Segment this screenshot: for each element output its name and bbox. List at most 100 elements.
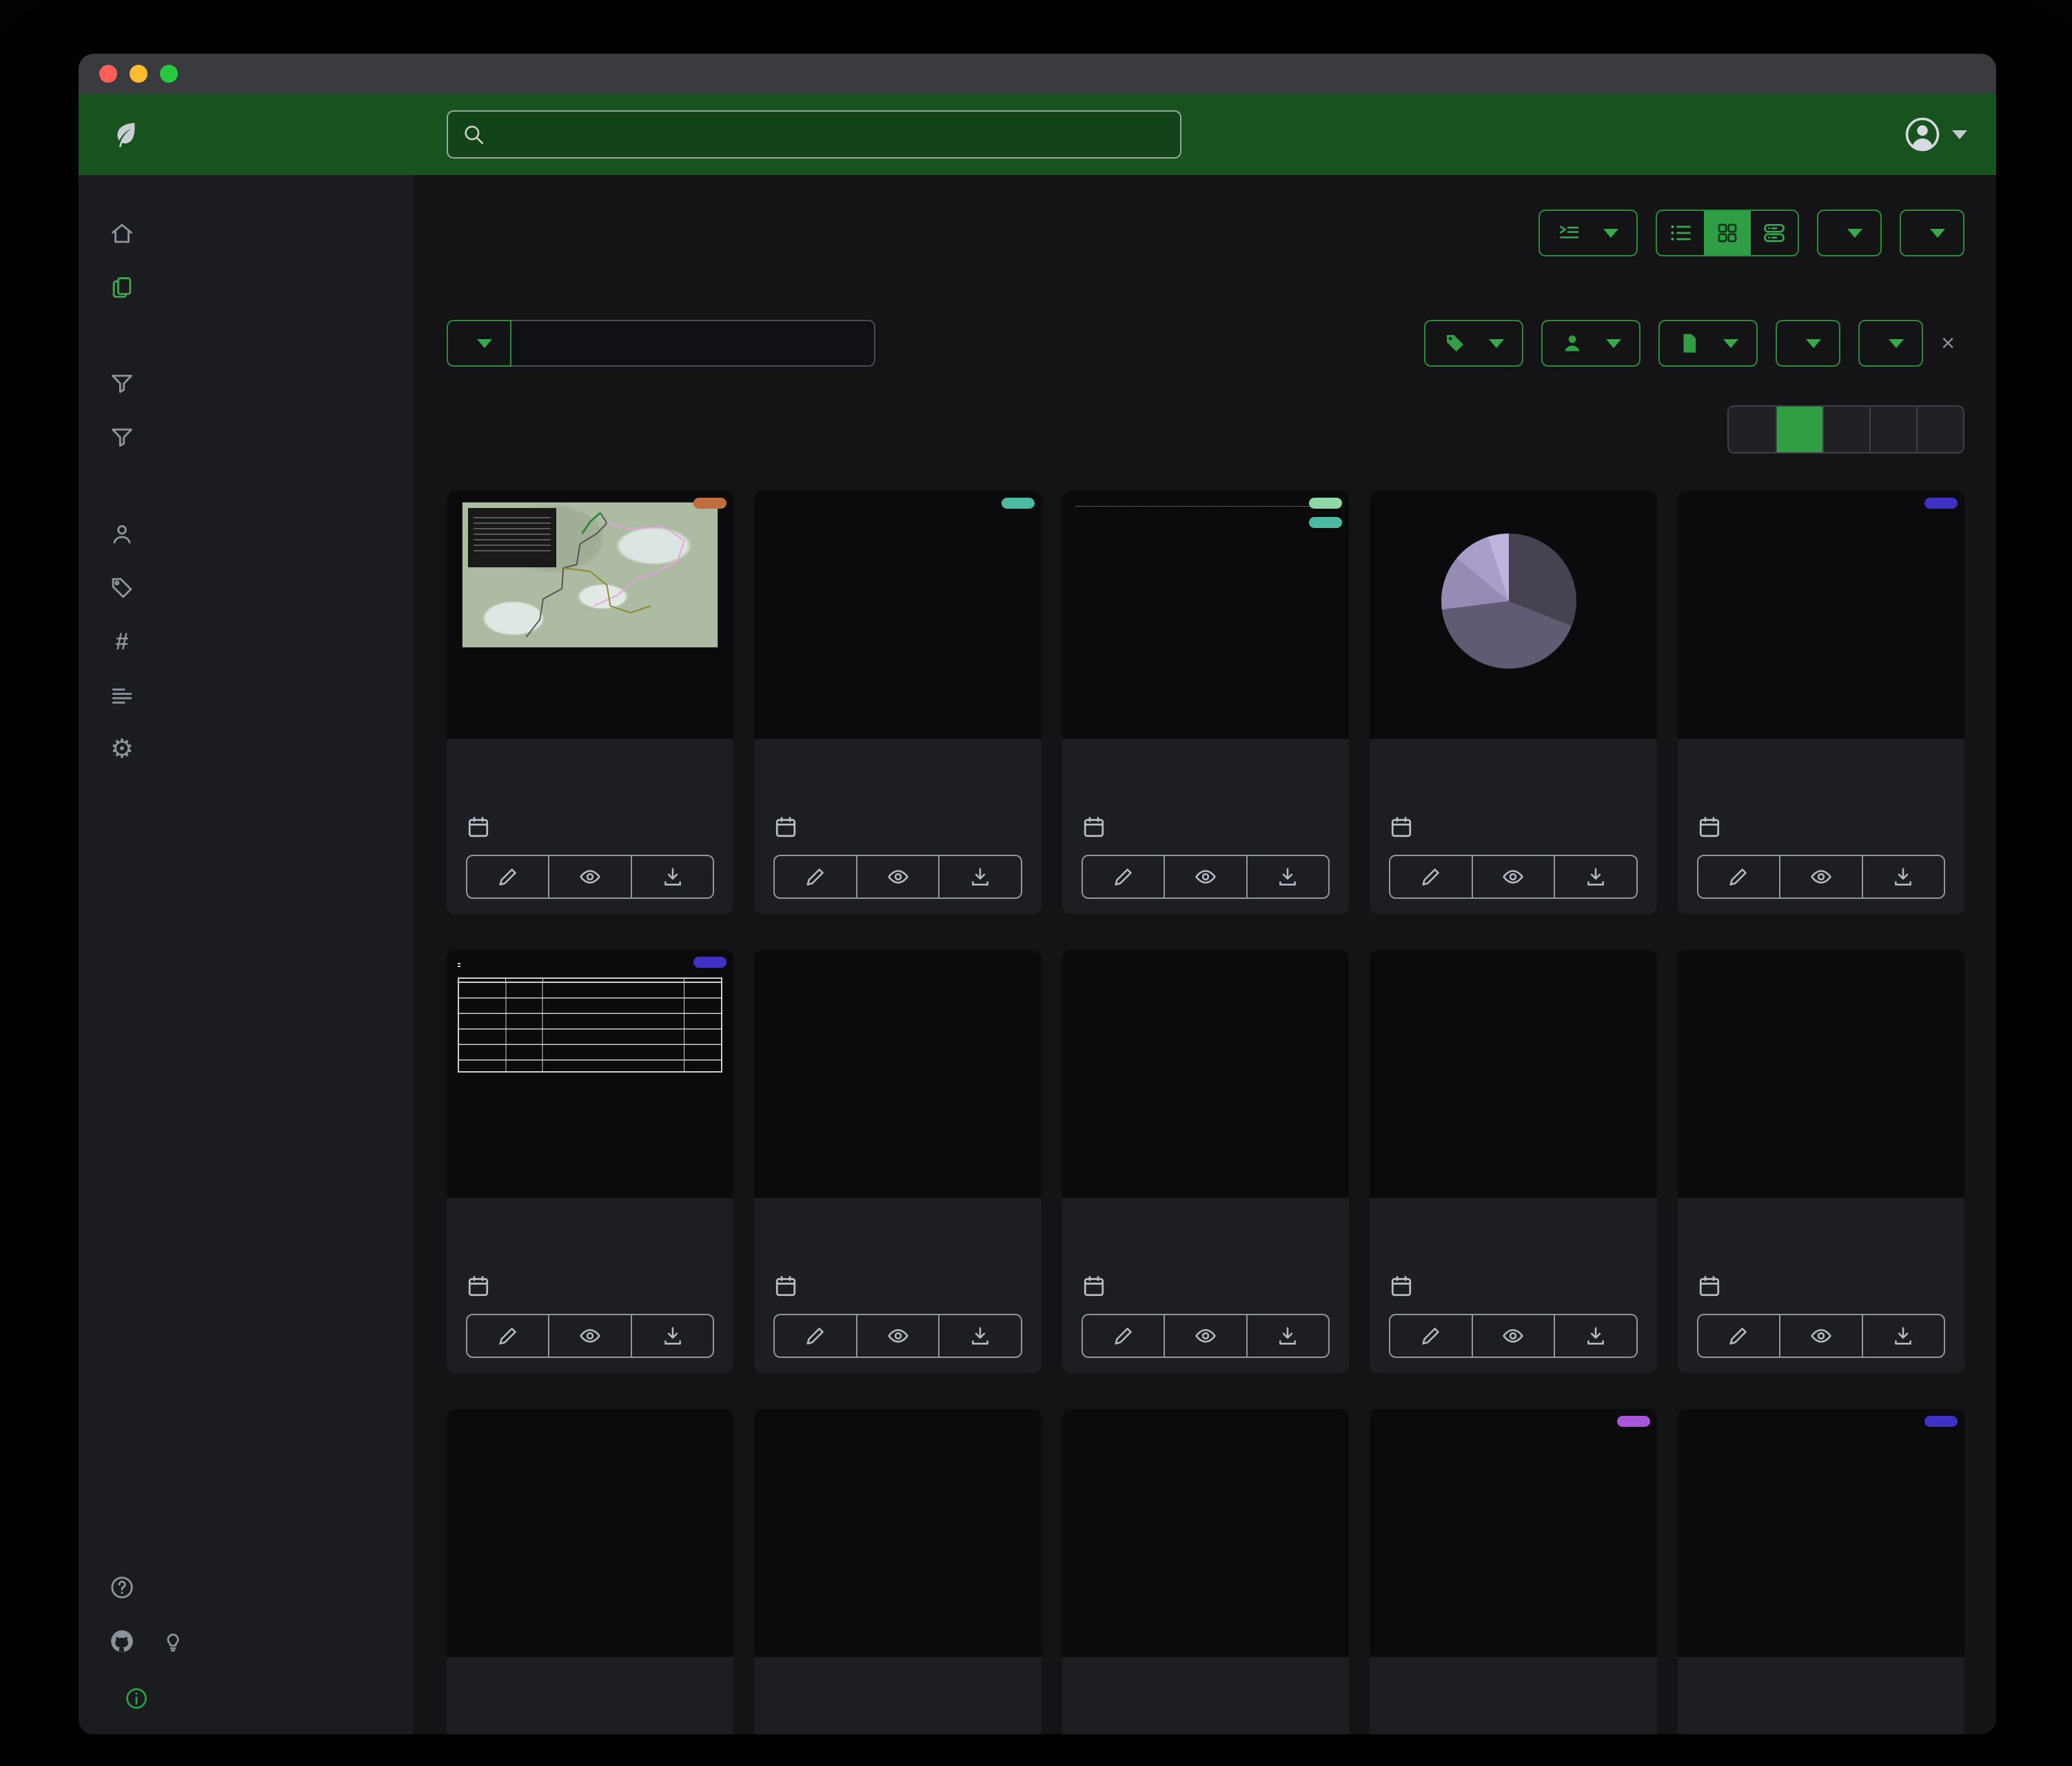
sidebar-item-logs[interactable] — [79, 669, 414, 722]
close-window-button[interactable] — [99, 65, 117, 83]
view-document-button[interactable] — [548, 856, 630, 897]
sidebar-item-github[interactable] — [79, 1614, 153, 1668]
view-document-button[interactable] — [856, 1315, 938, 1357]
minimize-window-button[interactable] — [130, 65, 148, 83]
download-document-button[interactable] — [631, 856, 713, 897]
list-view-button[interactable] — [1657, 211, 1704, 255]
sidebar-item-settings[interactable]: ⚙ — [79, 722, 414, 776]
tag-badge[interactable] — [1309, 498, 1342, 509]
pagination-page-3[interactable] — [1869, 407, 1916, 452]
search-bar[interactable] — [447, 110, 1181, 159]
download-document-button[interactable] — [1862, 1315, 1944, 1357]
select-button[interactable] — [1538, 210, 1638, 256]
document-thumbnail[interactable] — [447, 950, 733, 1198]
view-document-button[interactable] — [1779, 856, 1861, 897]
document-thumbnail[interactable] — [754, 950, 1041, 1198]
document-thumbnail[interactable] — [447, 1409, 733, 1657]
pagination-page-1[interactable] — [1776, 407, 1822, 452]
view-document-button[interactable] — [1472, 1315, 1554, 1357]
document-thumbnail[interactable] — [1370, 1409, 1656, 1657]
edit-document-button[interactable] — [467, 856, 548, 897]
filter-tags-button[interactable] — [1424, 320, 1523, 367]
document-card — [1370, 491, 1656, 914]
download-document-button[interactable] — [1862, 856, 1944, 897]
download-document-button[interactable] — [1246, 856, 1328, 897]
document-thumbnail[interactable] — [754, 1409, 1041, 1657]
edit-document-button[interactable] — [1390, 856, 1471, 897]
tag-badge[interactable] — [1617, 1416, 1650, 1427]
download-document-button[interactable] — [1246, 1315, 1328, 1357]
filter-query-input[interactable] — [511, 320, 875, 367]
sidebar-item-documents[interactable] — [79, 261, 414, 314]
zoom-window-button[interactable] — [160, 65, 178, 83]
sidebar-item-inbox[interactable] — [79, 357, 414, 411]
view-document-button[interactable] — [1164, 856, 1246, 897]
sidebar-item-document-types[interactable]: # — [79, 615, 414, 669]
edit-document-button[interactable] — [1698, 856, 1779, 897]
search-input[interactable] — [496, 122, 1166, 147]
calendar-icon — [1081, 1274, 1106, 1299]
tag-badge[interactable] — [1924, 1416, 1958, 1427]
sidebar-item-dashboard[interactable] — [79, 207, 414, 261]
filter-field-button[interactable] — [447, 320, 511, 367]
sidebar: # ⚙ — [79, 175, 415, 1734]
document-thumbnail[interactable] — [1062, 1409, 1349, 1657]
document-date — [773, 1274, 1022, 1299]
tag-icon — [109, 575, 135, 601]
tag-badge[interactable] — [693, 498, 727, 509]
filter-created-button[interactable] — [1776, 320, 1840, 367]
tag-badge[interactable] — [1002, 498, 1035, 509]
info-circle-icon[interactable] — [124, 1686, 149, 1711]
document-thumbnail[interactable] — [1678, 491, 1964, 739]
main-content: × — [415, 175, 1996, 1734]
detail-view-button[interactable] — [1751, 211, 1798, 255]
view-document-button[interactable] — [548, 1315, 630, 1357]
sidebar-item-tags[interactable] — [79, 561, 414, 615]
filter-added-button[interactable] — [1858, 320, 1923, 367]
user-menu[interactable] — [1904, 116, 1967, 153]
person-filled-icon — [1561, 332, 1584, 355]
tag-badge[interactable] — [693, 957, 727, 968]
pagination-page-2[interactable] — [1822, 407, 1869, 452]
edit-document-button[interactable] — [467, 1315, 548, 1357]
view-document-button[interactable] — [1164, 1315, 1246, 1357]
edit-document-button[interactable] — [1698, 1315, 1779, 1357]
views-button[interactable] — [1900, 210, 1964, 256]
sidebar-item-suggest-idea[interactable] — [153, 1614, 204, 1668]
app-brand[interactable] — [109, 119, 154, 150]
document-thumbnail[interactable] — [1062, 950, 1349, 1198]
reset-filters-button[interactable]: × — [1941, 330, 1964, 357]
view-document-button[interactable] — [1472, 856, 1554, 897]
edit-document-button[interactable] — [1083, 1315, 1164, 1357]
edit-document-button[interactable] — [1083, 856, 1164, 897]
edit-document-button[interactable] — [775, 856, 855, 897]
edit-document-button[interactable] — [775, 1315, 855, 1357]
document-thumbnail[interactable] — [754, 491, 1041, 739]
sidebar-item-documentation[interactable] — [79, 1561, 414, 1614]
sidebar-item-recently-added[interactable] — [79, 411, 414, 465]
document-thumbnail[interactable] — [1370, 491, 1656, 739]
edit-document-button[interactable] — [1390, 1315, 1471, 1357]
download-document-button[interactable] — [938, 856, 1020, 897]
pagination-last-button[interactable] — [1916, 407, 1963, 452]
download-document-button[interactable] — [1554, 1315, 1636, 1357]
grid-view-button[interactable] — [1704, 211, 1751, 255]
tag-badge[interactable] — [1924, 498, 1958, 509]
filter-document-type-button[interactable] — [1658, 320, 1758, 367]
download-document-button[interactable] — [938, 1315, 1020, 1357]
tag-badge[interactable] — [1309, 517, 1342, 528]
document-thumbnail[interactable] — [1370, 950, 1656, 1198]
filter-correspondent-button[interactable] — [1541, 320, 1641, 367]
document-thumbnail[interactable] — [1678, 1409, 1964, 1657]
view-document-button[interactable] — [856, 856, 938, 897]
download-document-button[interactable] — [1554, 856, 1636, 897]
view-document-button[interactable] — [1779, 1315, 1861, 1357]
sort-button[interactable] — [1817, 210, 1882, 256]
document-thumbnail[interactable] — [1062, 491, 1349, 739]
document-thumbnail[interactable] — [447, 491, 733, 739]
pagination-first-button[interactable] — [1729, 407, 1776, 452]
document-thumbnail[interactable] — [1678, 950, 1964, 1198]
download-document-button[interactable] — [631, 1315, 713, 1357]
document-card — [447, 950, 733, 1373]
sidebar-item-correspondents[interactable] — [79, 507, 414, 561]
